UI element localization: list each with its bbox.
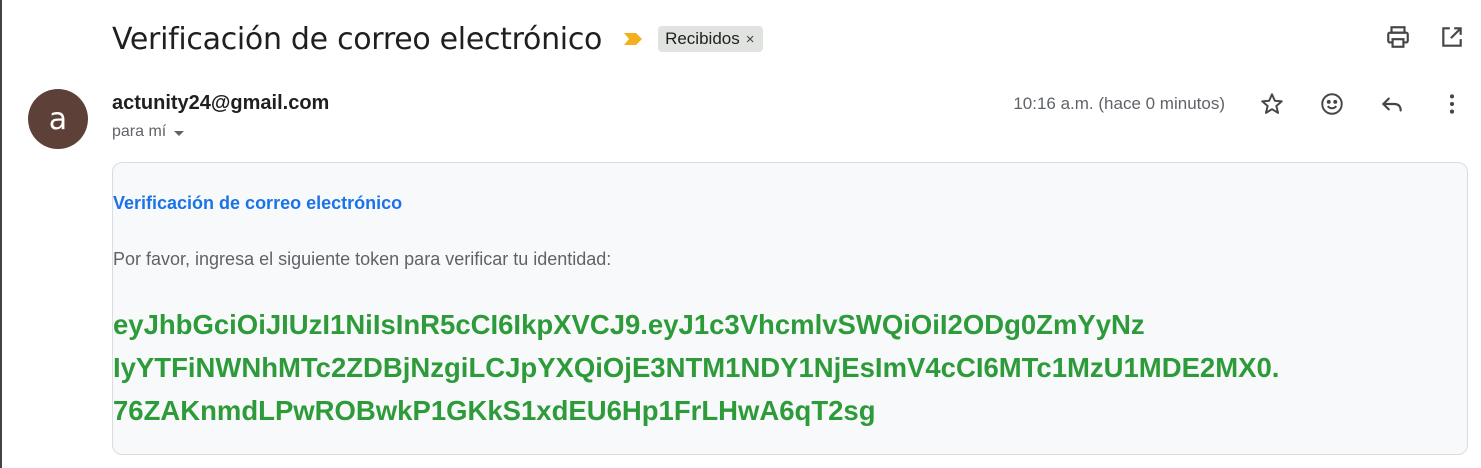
email-subject: Verificación de correo electrónico <box>112 21 603 57</box>
token-line: 76ZAKnmdLPwROBwkP1GKkS1xdEU6Hp1FrLHwA6qT… <box>113 395 876 426</box>
verification-token[interactable]: eyJhbGciOiJIUzI1NiIsInR5cCI6IkpXVCJ9.eyJ… <box>113 303 1453 432</box>
recipient-details-toggle[interactable]: para mí <box>112 123 329 141</box>
recipient-label: para mí <box>112 123 167 140</box>
reply-icon[interactable] <box>1377 89 1407 119</box>
subject-row: Verificación de correo electrónico Recib… <box>112 14 763 64</box>
printer-icon[interactable] <box>1383 22 1413 52</box>
avatar-initial: a <box>48 101 68 137</box>
message-timestamp: 10:16 a.m. (hace 0 minutos) <box>1013 94 1225 113</box>
more-vertical-icon[interactable] <box>1437 89 1467 119</box>
label-chip-text: Recibidos <box>665 29 740 48</box>
token-line: eyJhbGciOiJIUzI1NiIsInR5cCI6IkpXVCJ9.eyJ… <box>113 309 1145 340</box>
importance-marker-icon[interactable] <box>622 31 644 47</box>
chevron-down-icon <box>174 130 185 136</box>
message-body: Verificación de correo electrónico Por f… <box>112 162 1468 455</box>
body-instruction: Por favor, ingresa el siguiente token pa… <box>113 249 612 269</box>
open-in-new-window-icon[interactable] <box>1437 22 1467 52</box>
body-heading: Verificación de correo electrónico <box>113 193 403 213</box>
thread-actions <box>1383 22 1467 52</box>
sender-avatar[interactable]: a <box>28 89 88 149</box>
sender-email[interactable]: actunity24@gmail.com <box>112 92 329 115</box>
emoji-reaction-icon[interactable] <box>1317 89 1347 119</box>
token-line: IyYTFiNWNhMTc2ZDBjNzgiLCJpYXQiOjE3NTM1ND… <box>113 352 1280 383</box>
message-actions <box>1257 89 1467 119</box>
sender-block: actunity24@gmail.com para mí <box>112 92 329 141</box>
star-icon[interactable] <box>1257 89 1287 119</box>
label-chip-inbox[interactable]: Recibidos × <box>658 26 763 52</box>
email-view: Verificación de correo electrónico Recib… <box>0 0 1481 468</box>
remove-label-button[interactable]: × <box>746 31 755 48</box>
